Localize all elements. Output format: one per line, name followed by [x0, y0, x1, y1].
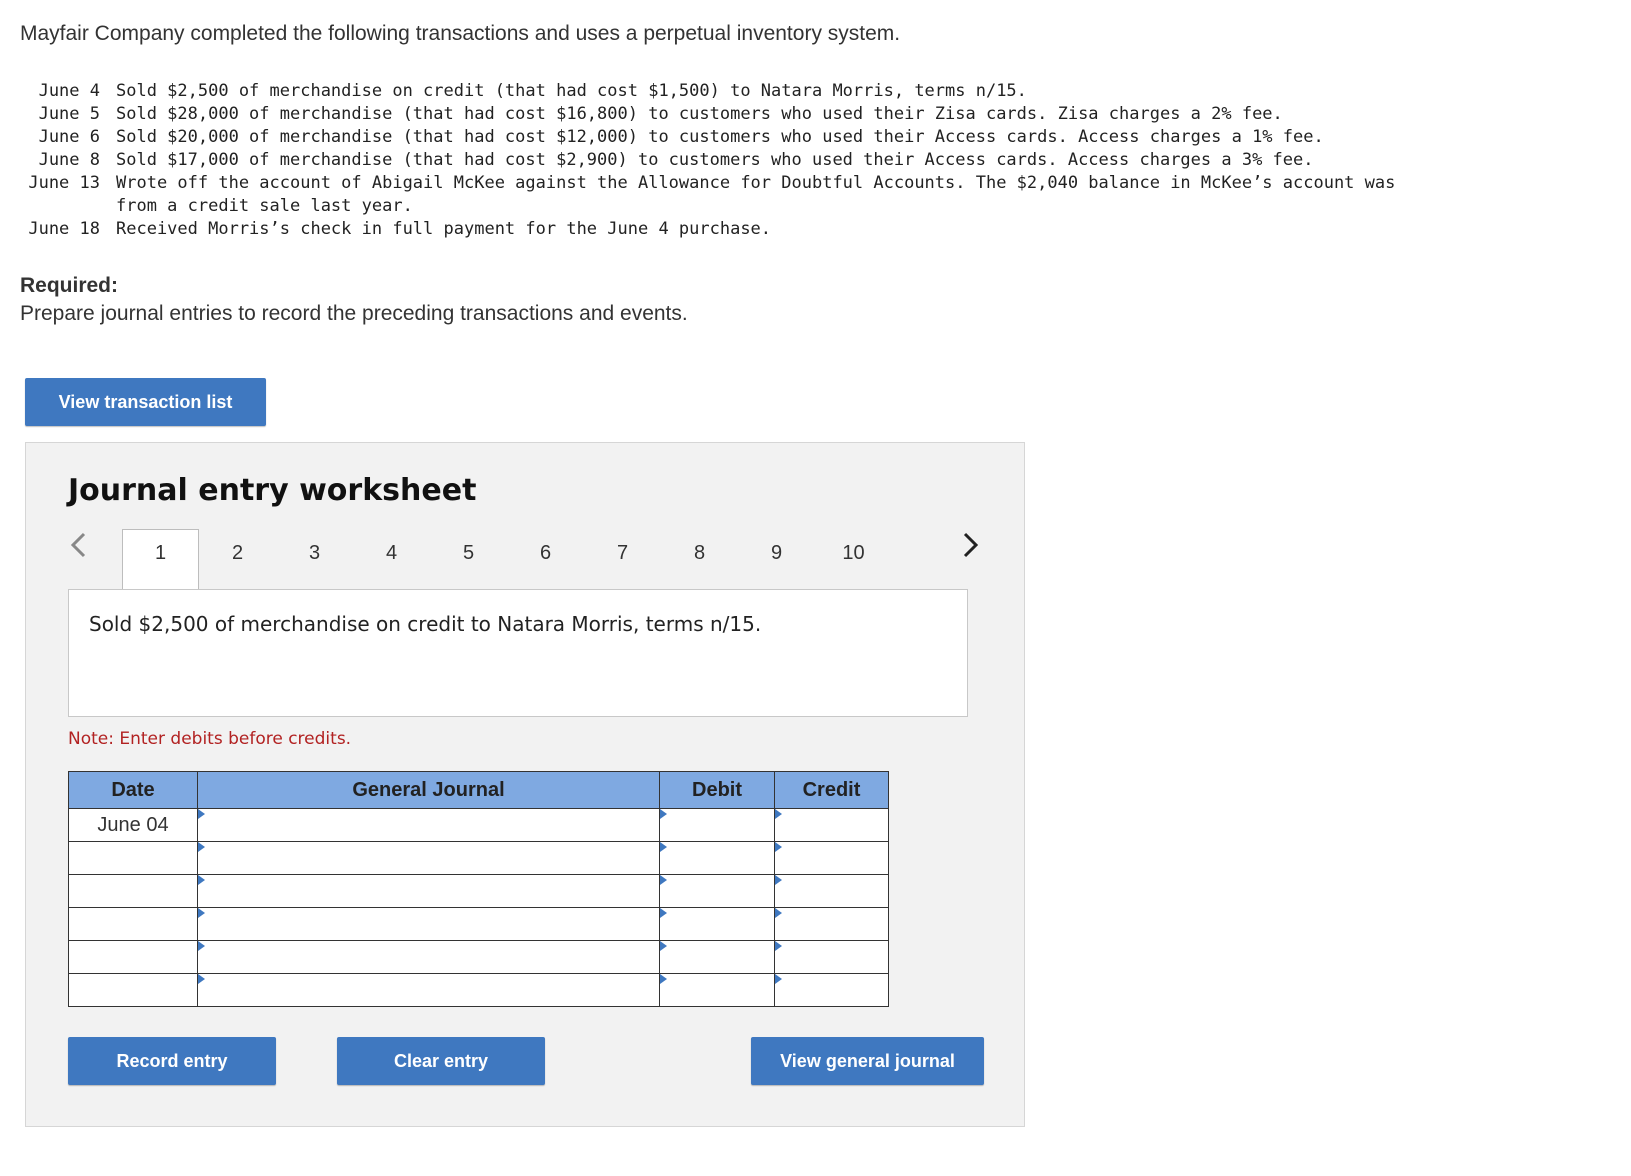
view-general-journal-button[interactable]: View general journal: [751, 1037, 984, 1085]
column-header-journal: General Journal: [197, 771, 660, 809]
debit-input[interactable]: [659, 973, 775, 1007]
account-input[interactable]: [197, 874, 660, 908]
tab-10[interactable]: 10: [815, 529, 892, 577]
debit-input[interactable]: [659, 874, 775, 908]
transaction-row: June 4 Sold $2,500 of merchandise on cre…: [20, 80, 1436, 103]
tab-5[interactable]: 5: [430, 529, 507, 577]
clear-entry-button[interactable]: Clear entry: [337, 1037, 545, 1085]
transaction-row: June 13 Wrote off the account of Abigail…: [20, 172, 1436, 218]
table-row: [68, 940, 889, 974]
column-header-credit: Credit: [774, 771, 889, 809]
transaction-date: June 5: [38, 104, 100, 124]
credit-input[interactable]: [774, 973, 889, 1007]
transaction-row: June 18 Received Morris’s check in full …: [20, 218, 1436, 241]
column-header-debit: Debit: [659, 771, 775, 809]
table-row: [68, 907, 889, 941]
worksheet-title: Journal entry worksheet: [68, 473, 477, 508]
journal-entry-worksheet: Journal entry worksheet 1 2 3 4 5 6 7 8 …: [25, 442, 1025, 1127]
tab-1[interactable]: 1: [122, 529, 199, 591]
table-row: [68, 874, 889, 908]
column-header-date: Date: [68, 771, 198, 809]
transaction-row: June 5 Sold $28,000 of merchandise (that…: [20, 103, 1436, 126]
tab-2[interactable]: 2: [199, 529, 276, 577]
tab-6[interactable]: 6: [507, 529, 584, 577]
credit-input[interactable]: [774, 907, 889, 941]
transaction-row: June 6 Sold $20,000 of merchandise (that…: [20, 126, 1436, 149]
date-cell[interactable]: [68, 841, 198, 875]
date-cell[interactable]: [68, 940, 198, 974]
view-transaction-list-button[interactable]: View transaction list: [25, 378, 266, 426]
tab-4[interactable]: 4: [353, 529, 430, 577]
transaction-description: Sold $2,500 of merchandise on credit to …: [89, 612, 762, 636]
transaction-date: June 13: [28, 173, 100, 193]
record-entry-button[interactable]: Record entry: [68, 1037, 276, 1085]
account-input[interactable]: [197, 973, 660, 1007]
transaction-date: June 4: [38, 81, 100, 101]
transaction-description-box: Sold $2,500 of merchandise on credit to …: [68, 589, 968, 717]
debit-input[interactable]: [659, 808, 775, 842]
date-cell: June 04: [68, 808, 198, 842]
transaction-text: Sold $28,000 of merchandise (that had co…: [116, 104, 1283, 124]
account-input[interactable]: [197, 940, 660, 974]
transaction-row: June 8 Sold $17,000 of merchandise (that…: [20, 149, 1436, 172]
entry-note: Note: Enter debits before credits.: [68, 729, 352, 749]
tab-3[interactable]: 3: [276, 529, 353, 577]
tab-9[interactable]: 9: [738, 529, 815, 577]
account-input[interactable]: [197, 841, 660, 875]
transaction-text: Sold $17,000 of merchandise (that had co…: [116, 150, 1314, 170]
transaction-text: Received Morris’s check in full payment …: [116, 219, 772, 239]
transaction-text: Sold $2,500 of merchandise on credit (th…: [116, 81, 1027, 101]
transaction-date: June 6: [38, 127, 100, 147]
account-input[interactable]: [197, 808, 660, 842]
chevron-right-icon[interactable]: [961, 531, 981, 567]
chevron-left-icon[interactable]: [68, 531, 88, 567]
transaction-text: Wrote off the account of Abigail McKee a…: [116, 173, 1396, 216]
required-text: Prepare journal entries to record the pr…: [20, 302, 688, 325]
date-cell[interactable]: [68, 874, 198, 908]
credit-input[interactable]: [774, 808, 889, 842]
account-input[interactable]: [197, 907, 660, 941]
table-row: [68, 841, 889, 875]
date-cell[interactable]: [68, 907, 198, 941]
transaction-date: June 18: [28, 219, 100, 239]
credit-input[interactable]: [774, 940, 889, 974]
journal-table: Date General Journal Debit Credit June 0…: [68, 771, 889, 1007]
date-cell[interactable]: [68, 973, 198, 1007]
debit-input[interactable]: [659, 940, 775, 974]
transaction-text: Sold $20,000 of merchandise (that had co…: [116, 127, 1324, 147]
tab-8[interactable]: 8: [661, 529, 738, 577]
transaction-list: June 4 Sold $2,500 of merchandise on cre…: [20, 80, 1436, 241]
table-row: [68, 973, 889, 1007]
credit-input[interactable]: [774, 841, 889, 875]
debit-input[interactable]: [659, 907, 775, 941]
required-title: Required:: [20, 274, 119, 297]
problem-intro: Mayfair Company completed the following …: [20, 22, 901, 45]
credit-input[interactable]: [774, 874, 889, 908]
tab-7[interactable]: 7: [584, 529, 661, 577]
transaction-date: June 8: [38, 150, 100, 170]
debit-input[interactable]: [659, 841, 775, 875]
entry-tabs: 1 2 3 4 5 6 7 8 9 10: [122, 529, 892, 591]
table-row: June 04: [68, 808, 889, 842]
